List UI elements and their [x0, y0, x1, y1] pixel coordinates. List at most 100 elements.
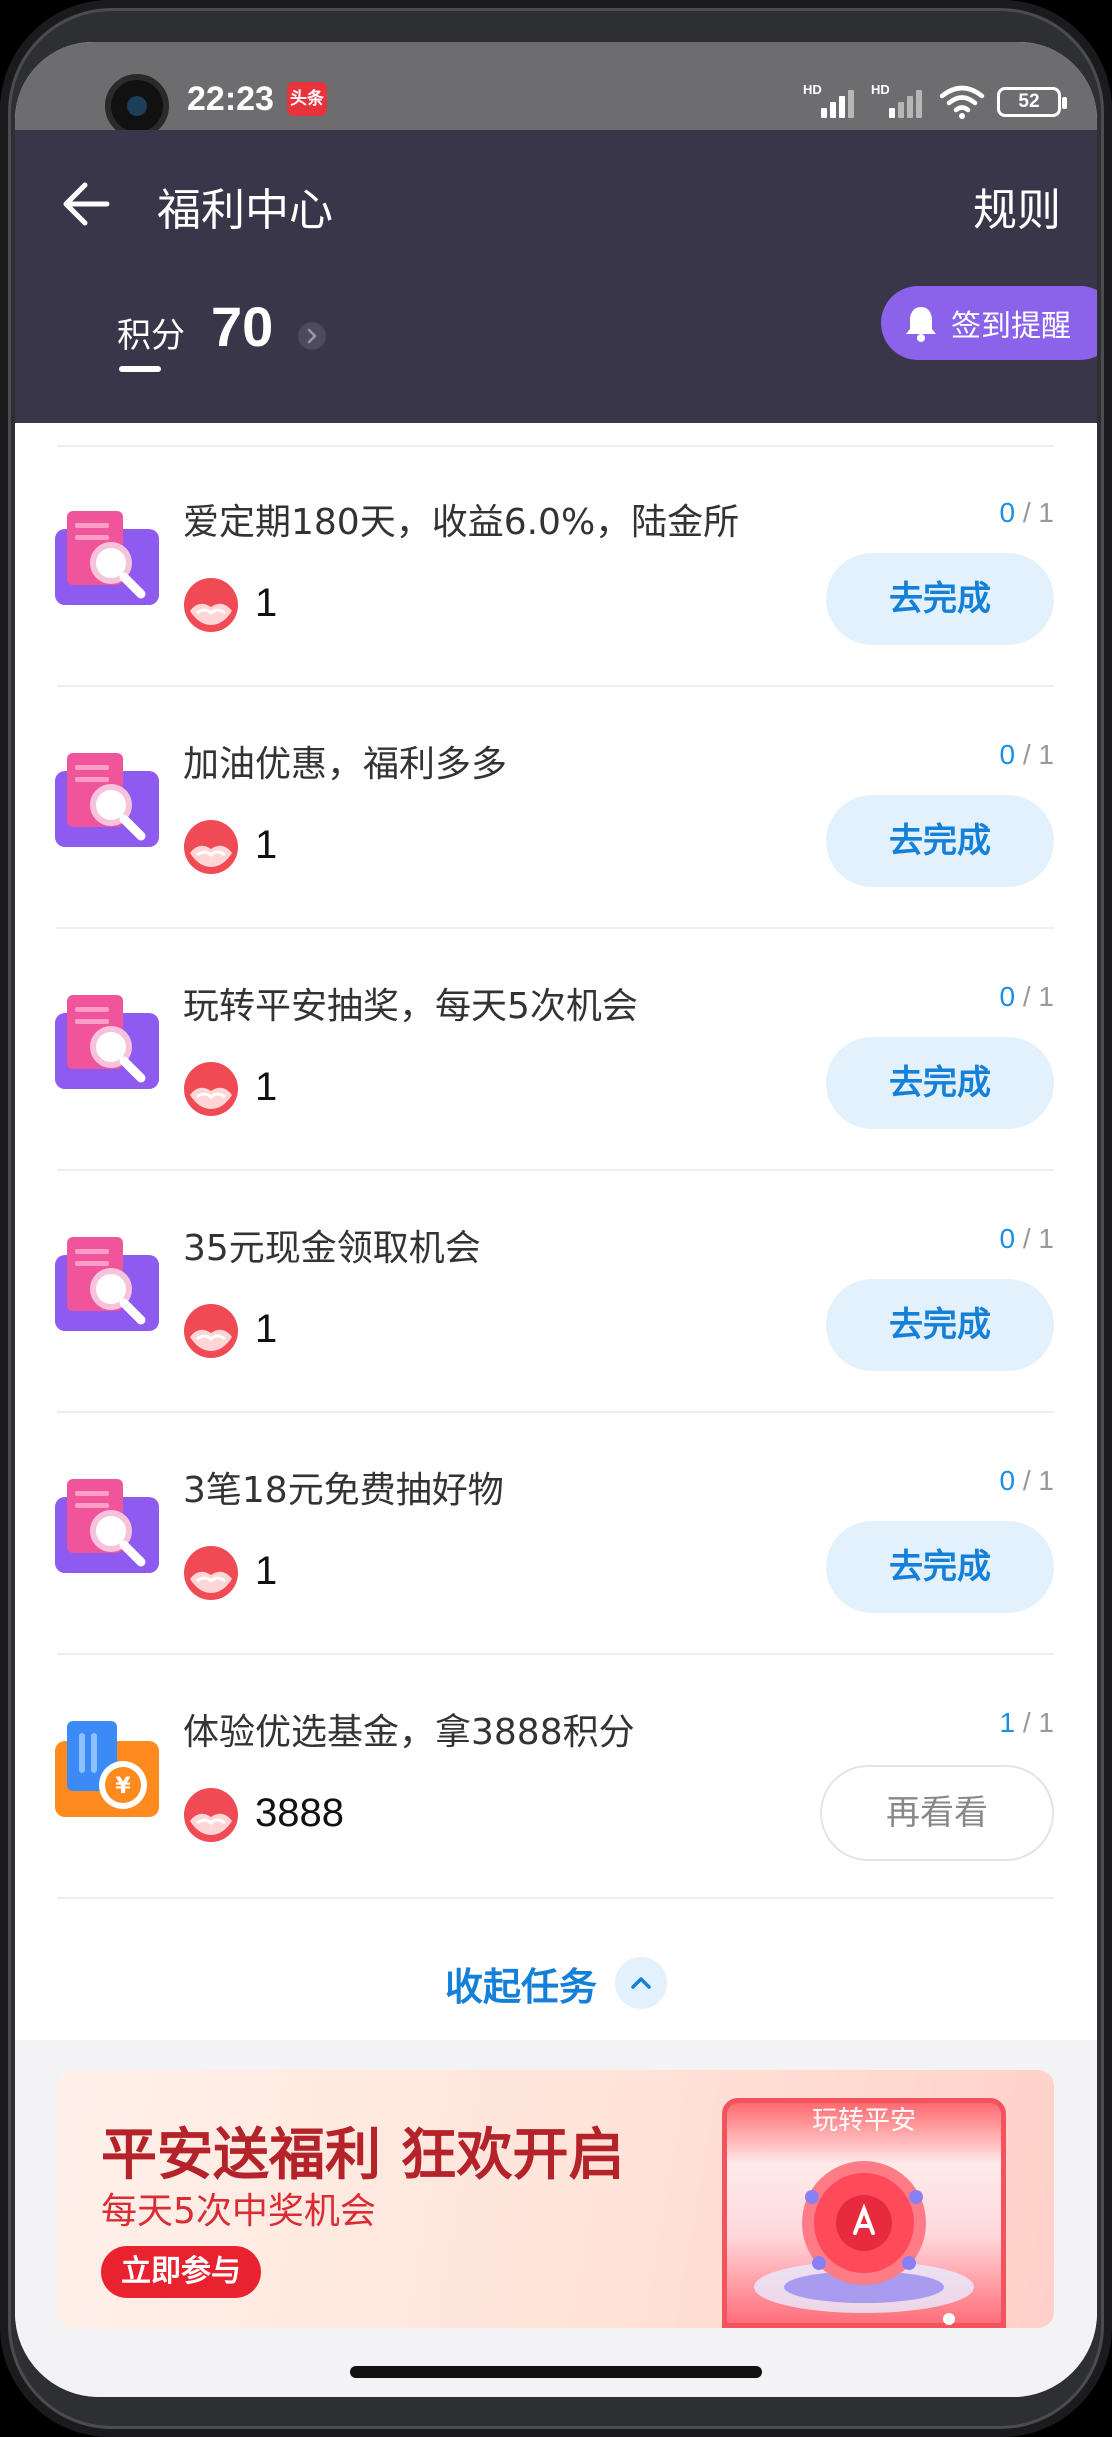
task-title: 35元现金领取机会 [183, 1228, 481, 1269]
bell-icon [906, 307, 936, 342]
divider [57, 1411, 1054, 1413]
task-progress: 0 / 1 [1000, 739, 1055, 771]
document-search-icon [53, 1231, 161, 1339]
status-bar: 22:23 头条 HD HD 52 [15, 42, 1097, 138]
document-search-icon [53, 989, 161, 1097]
task-progress: 0 / 1 [1000, 1465, 1055, 1497]
points-coin-icon [184, 1546, 238, 1600]
task-title: 爱定期180天，收益6.0%，陆金所 [183, 502, 740, 543]
task-row: 3笔18元免费抽好物 1 0 / 1 去完成 [15, 1415, 1097, 1655]
points-coin-icon [184, 1788, 238, 1842]
points-tab-indicator [119, 366, 161, 372]
remind-label: 签到提醒 [951, 309, 1071, 344]
task-progress-separator: / [1022, 981, 1039, 1012]
task-title: 体验优选基金，拿3888积分 [183, 1712, 635, 1753]
wifi-icon [939, 85, 985, 119]
task-progress-separator: / [1022, 1465, 1039, 1496]
task-progress-total: 1 [1038, 1707, 1054, 1738]
task-progress-total: 1 [1038, 981, 1054, 1012]
promo-banner[interactable]: 平安送福利 狂欢开启 每天5次中奖机会 立即参与 玩转平安 [57, 2070, 1054, 2328]
task-title: 加油优惠，福利多多 [183, 744, 508, 785]
task-progress-done: 0 [999, 981, 1016, 1012]
review-button[interactable]: 再看看 [820, 1765, 1054, 1861]
battery-icon: 52 [997, 87, 1067, 117]
divider [57, 1897, 1054, 1899]
signal-icon: HD [803, 82, 859, 120]
divider [57, 1169, 1054, 1171]
fund-card-icon: ¥ [53, 1715, 161, 1823]
document-search-icon [53, 747, 161, 855]
task-progress-separator: / [1022, 1223, 1039, 1254]
banner-card-label: 玩转平安 [811, 2106, 916, 2136]
lottery-wheel-card[interactable]: 玩转平安 [722, 2098, 1006, 2328]
task-progress-total: 1 [1038, 1465, 1054, 1496]
task-progress-separator: / [1022, 1707, 1039, 1738]
task-row: 玩转平安抽奖，每天5次机会 1 0 / 1 去完成 [15, 931, 1097, 1171]
task-reward: 1 [255, 581, 278, 625]
task-progress: 0 / 1 [1000, 981, 1055, 1013]
home-indicator[interactable] [350, 2366, 762, 2378]
task-progress-done: 0 [999, 1223, 1016, 1254]
status-indicators: HD HD 52 [803, 82, 1067, 122]
complete-task-button[interactable]: 去完成 [826, 1037, 1054, 1129]
page-title: 福利中心 [157, 185, 333, 236]
task-reward: 1 [255, 1549, 278, 1593]
task-progress-total: 1 [1038, 497, 1054, 528]
task-progress-separator: / [1022, 739, 1039, 770]
banner-title: 平安送福利 狂欢开启 [101, 2123, 625, 2188]
document-search-icon [53, 1473, 161, 1581]
svg-text:¥: ¥ [115, 1774, 131, 1799]
chevron-up-icon [615, 1957, 667, 2009]
complete-task-button[interactable]: 去完成 [826, 553, 1054, 645]
task-card: 爱定期180天，收益6.0%，陆金所 1 0 / 1 去完成 加油优惠，福利多多… [15, 423, 1097, 2040]
task-title: 3笔18元免费抽好物 [183, 1470, 504, 1511]
banner-join-button[interactable]: 立即参与 [101, 2246, 261, 2298]
task-row: ¥ 体验优选基金，拿3888积分 3888 1 / 1 再看看 [15, 1657, 1097, 1899]
front-camera [105, 74, 169, 138]
status-time: 22:23 [187, 80, 274, 118]
rules-link[interactable]: 规则 [973, 174, 1061, 238]
chevron-right-icon[interactable] [298, 322, 326, 350]
sign-in-remind-button[interactable]: 签到提醒 [881, 286, 1097, 360]
divider [57, 927, 1054, 929]
task-progress-done: 0 [999, 497, 1016, 528]
task-progress: 1 / 1 [1000, 1707, 1055, 1739]
news-app-icon: 头条 [287, 82, 327, 116]
task-row: 爱定期180天，收益6.0%，陆金所 1 0 / 1 去完成 [15, 447, 1097, 687]
back-arrow-icon[interactable] [57, 174, 117, 234]
banner-subtitle: 每天5次中奖机会 [101, 2191, 376, 2232]
content-area: 爱定期180天，收益6.0%，陆金所 1 0 / 1 去完成 加油优惠，福利多多… [15, 423, 1097, 2397]
screen: 22:23 头条 HD HD 52 福利中心 规则 积分 70 签到提醒 爱定期… [15, 42, 1097, 2397]
points-value[interactable]: 70 [211, 294, 273, 359]
task-reward: 1 [255, 1307, 278, 1351]
task-row: 加油优惠，福利多多 1 0 / 1 去完成 [15, 689, 1097, 929]
task-progress: 0 / 1 [1000, 1223, 1055, 1255]
signal-hd-label: HD [803, 82, 822, 97]
points-coin-icon [184, 578, 238, 632]
complete-task-button[interactable]: 去完成 [826, 795, 1054, 887]
complete-task-button[interactable]: 去完成 [826, 1521, 1054, 1613]
page-header: 福利中心 规则 积分 70 签到提醒 [15, 130, 1097, 423]
signal-icon-2: HD [871, 82, 927, 120]
task-reward: 1 [255, 1065, 278, 1109]
collapse-tasks-label: 收起任务 [444, 1964, 597, 2009]
divider [57, 685, 1054, 687]
complete-task-button[interactable]: 去完成 [826, 1279, 1054, 1371]
task-title: 玩转平安抽奖，每天5次机会 [183, 986, 638, 1027]
task-row: 35元现金领取机会 1 0 / 1 去完成 [15, 1173, 1097, 1413]
points-tab-label[interactable]: 积分 [117, 308, 185, 357]
divider [57, 1653, 1054, 1655]
task-reward: 3888 [255, 1791, 344, 1835]
task-progress: 0 / 1 [1000, 497, 1055, 529]
points-coin-icon [184, 1304, 238, 1358]
task-progress-done: 0 [999, 1465, 1016, 1496]
points-coin-icon [184, 820, 238, 874]
points-coin-icon [184, 1062, 238, 1116]
signal-hd-label-2: HD [871, 82, 890, 97]
collapse-tasks-button[interactable]: 收起任务 [15, 1928, 1097, 2038]
task-progress-done: 1 [999, 1707, 1016, 1738]
task-progress-done: 0 [999, 739, 1016, 770]
task-progress-separator: / [1022, 497, 1039, 528]
lottery-wheel-icon [754, 2161, 974, 2325]
task-progress-total: 1 [1038, 1223, 1054, 1254]
